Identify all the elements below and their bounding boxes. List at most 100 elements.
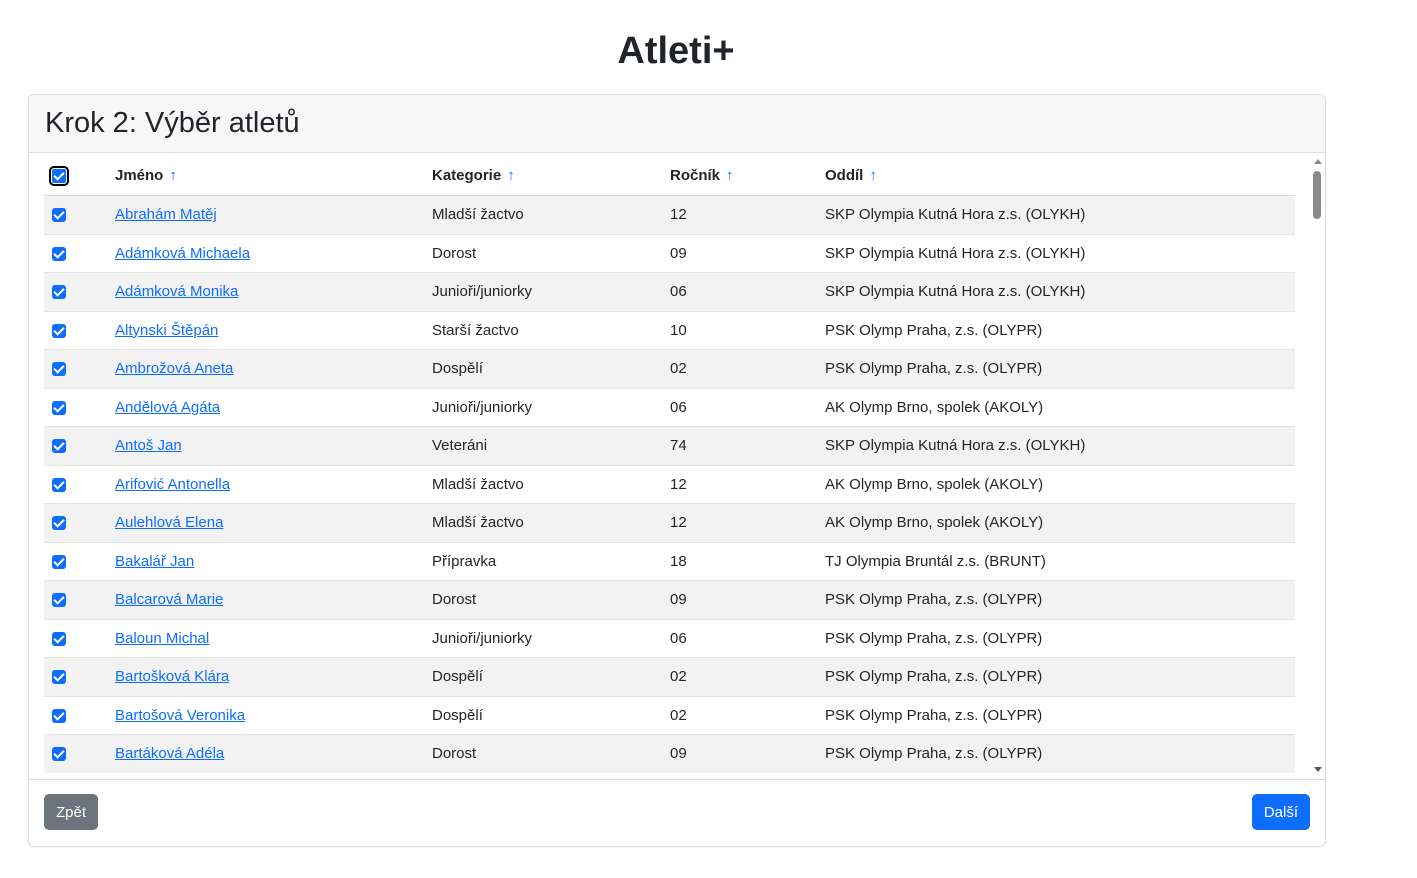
sort-by-club-header[interactable]: Oddíl ↑ (825, 155, 1295, 196)
athlete-year-cell: 06 (670, 388, 825, 427)
row-checkbox[interactable] (52, 285, 66, 300)
athlete-year-cell: 02 (670, 657, 825, 697)
row-checkbox[interactable] (52, 593, 66, 608)
table-row: Baloun Michal Junioři/juniorky 06 PSK Olymp… (44, 619, 1295, 658)
athlete-club-cell: SKP Olympia Kutná Hora z.s. (OLYKH) (825, 272, 1295, 312)
athlete-name-cell: Altynski Štěpán (115, 311, 432, 350)
athlete-category-cell: Přípravka (432, 542, 670, 581)
athlete-category-cell: Dorost (432, 234, 670, 273)
row-checkbox-cell (44, 696, 115, 735)
athlete-name-link[interactable]: Arifović Antonella (115, 476, 230, 493)
athlete-name-link[interactable]: Adámková Michaela (115, 245, 250, 262)
row-checkbox-cell (44, 734, 115, 773)
row-checkbox[interactable] (52, 477, 66, 492)
row-checkbox[interactable] (52, 323, 66, 338)
row-checkbox-cell (44, 580, 115, 620)
athlete-year-cell: 02 (670, 349, 825, 389)
athlete-category-cell: Mladší žactvo (432, 503, 670, 543)
table-row: Abrahám Matěj Mladší žactvo 12 SKP Olympia … (44, 195, 1295, 235)
athlete-club-cell: PSK Olymp Praha, z.s. (OLYPR) (825, 619, 1295, 658)
athlete-name-cell: Bartáková Adéla (115, 734, 432, 773)
app-title: Atleti+ (617, 30, 735, 72)
row-checkbox[interactable] (52, 708, 66, 723)
sort-by-name-header[interactable]: Jméno ↑ (115, 155, 432, 196)
athlete-name-link[interactable]: Ambrožová Aneta (115, 360, 233, 377)
athlete-name-link[interactable]: Bartáková Adéla (115, 745, 224, 762)
row-checkbox[interactable] (52, 670, 66, 685)
athlete-category-cell: Starší žactvo (432, 311, 670, 350)
row-checkbox-cell (44, 272, 115, 312)
athlete-name-cell: Aulehlová Elena (115, 503, 432, 543)
row-checkbox[interactable] (52, 516, 66, 531)
athlete-club-cell: AK Olymp Brno, spolek (AKOLY) (825, 465, 1295, 504)
athlete-name-link[interactable]: Bartošková Klára (115, 668, 229, 685)
row-checkbox[interactable] (52, 400, 66, 415)
athlete-club-cell: SKP Olympia Kutná Hora z.s. (OLYKH) (825, 426, 1295, 466)
back-button[interactable]: Zpět (44, 794, 99, 830)
table-row: Bartáková Adéla Dorost 09 PSK Olymp Praha, … (44, 734, 1295, 773)
step-title: Krok 2: Výběr atletů (45, 107, 300, 139)
sort-by-year-header[interactable]: Ročník ↑ (670, 155, 825, 196)
athlete-year-cell: 02 (670, 696, 825, 735)
athlete-name-cell: Ambrožová Aneta (115, 349, 432, 389)
athlete-name-cell: Antoš Jan (115, 426, 432, 466)
athlete-name-cell: Abrahám Matěj (115, 195, 432, 235)
athlete-club-cell: PSK Olymp Praha, z.s. (OLYPR) (825, 311, 1295, 350)
sort-by-category-header[interactable]: Kategorie ↑ (432, 155, 670, 196)
row-checkbox[interactable] (52, 554, 66, 569)
row-checkbox-cell (44, 311, 115, 350)
athlete-club-cell: PSK Olymp Praha, z.s. (OLYPR) (825, 349, 1295, 389)
table-row: Altynski Štěpán Starší žactvo 10 PSK Olymp … (44, 311, 1295, 350)
row-checkbox[interactable] (52, 362, 66, 377)
athlete-name-link[interactable]: Aulehlová Elena (115, 514, 223, 531)
row-checkbox[interactable] (52, 439, 66, 454)
table-scrollbar[interactable] (1312, 155, 1324, 775)
table-row: Balcarová Marie Dorost 09 PSK Olymp Praha, … (44, 580, 1295, 620)
athlete-name-link[interactable]: Bakalář Jan (115, 553, 194, 570)
athlete-year-cell: 10 (670, 311, 825, 350)
row-checkbox[interactable] (52, 246, 66, 261)
athlete-club-cell: SKP Olympia Kutná Hora z.s. (OLYKH) (825, 234, 1295, 273)
next-button[interactable]: Další (1251, 794, 1310, 830)
athlete-name-cell: Arifović Antonella (115, 465, 432, 504)
athlete-club-cell: AK Olymp Brno, spolek (AKOLY) (825, 503, 1295, 543)
athletes-table: Jméno ↑ Kategorie ↑ Ročník ↑ Oddíl ↑ Abrahám… (44, 155, 1295, 773)
row-checkbox[interactable] (52, 208, 66, 223)
athlete-club-cell: PSK Olymp Praha, z.s. (OLYPR) (825, 734, 1295, 773)
athlete-name-cell: Adámková Michaela (115, 234, 432, 273)
row-checkbox[interactable] (52, 631, 66, 646)
athlete-club-cell: AK Olymp Brno, spolek (AKOLY) (825, 388, 1295, 427)
arrow-up-icon: ↑ (507, 166, 515, 184)
athlete-name-link[interactable]: Andělová Agáta (115, 399, 220, 416)
row-checkbox-cell (44, 349, 115, 389)
row-checkbox-cell (44, 542, 115, 581)
club-header-label: Oddíl (825, 166, 864, 184)
row-checkbox[interactable] (52, 747, 66, 762)
table-row: Arifović Antonella Mladší žactvo 12 AK Olym… (44, 465, 1295, 504)
athlete-year-cell: 09 (670, 234, 825, 273)
scroll-down-arrow-icon[interactable] (1314, 767, 1322, 772)
athlete-year-cell: 06 (670, 619, 825, 658)
athlete-club-cell: TJ Olympia Bruntál z.s. (BRUNT) (825, 542, 1295, 581)
table-row: Adámková Monika Junioři/juniorky 06 SKP Oly… (44, 272, 1295, 312)
select-all-checkbox[interactable] (49, 165, 69, 186)
athletes-table-container[interactable]: Jméno ↑ Kategorie ↑ Ročník ↑ Oddíl ↑ Abrahám… (44, 155, 1295, 773)
athlete-category-cell: Mladší žactvo (432, 195, 670, 235)
row-checkbox-cell (44, 619, 115, 658)
row-checkbox-cell (44, 503, 115, 543)
athlete-name-link[interactable]: Altynski Štěpán (115, 322, 218, 339)
athlete-name-link[interactable]: Bartošová Veronika (115, 707, 245, 724)
athlete-name-link[interactable]: Abrahám Matěj (115, 206, 217, 223)
scroll-up-arrow-icon[interactable] (1314, 159, 1322, 164)
arrow-up-icon: ↑ (869, 166, 877, 184)
scrollbar-thumb[interactable] (1313, 171, 1321, 219)
athlete-year-cell: 12 (670, 465, 825, 504)
athlete-year-cell: 18 (670, 542, 825, 581)
athlete-name-link[interactable]: Baloun Michal (115, 630, 209, 647)
athlete-name-link[interactable]: Antoš Jan (115, 437, 182, 454)
year-header-label: Ročník (670, 166, 721, 184)
athlete-name-link[interactable]: Balcarová Marie (115, 591, 223, 608)
athlete-name-link[interactable]: Adámková Monika (115, 283, 238, 300)
category-header-label: Kategorie (432, 166, 502, 184)
athlete-category-cell: Dospělí (432, 696, 670, 735)
